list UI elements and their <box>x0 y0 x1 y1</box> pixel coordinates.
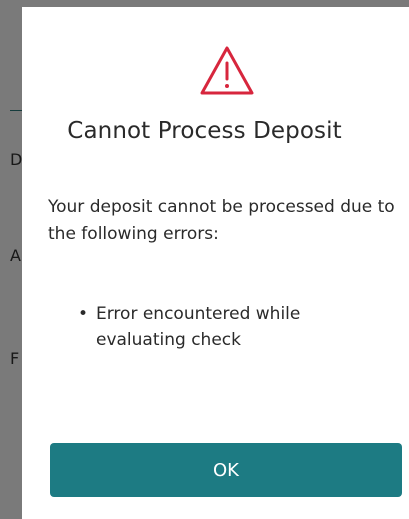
error-text: Error encountered while evaluating check <box>96 304 301 350</box>
dialog-message: Your deposit cannot be processed due to … <box>48 197 395 244</box>
dialog-title: Cannot Process Deposit <box>67 118 342 144</box>
list-item: • Error encountered while evaluating che… <box>78 301 378 353</box>
ok-button[interactable]: OK <box>50 443 402 497</box>
bullet-icon: • <box>78 304 89 324</box>
error-list: • Error encountered while evaluating che… <box>78 301 378 353</box>
